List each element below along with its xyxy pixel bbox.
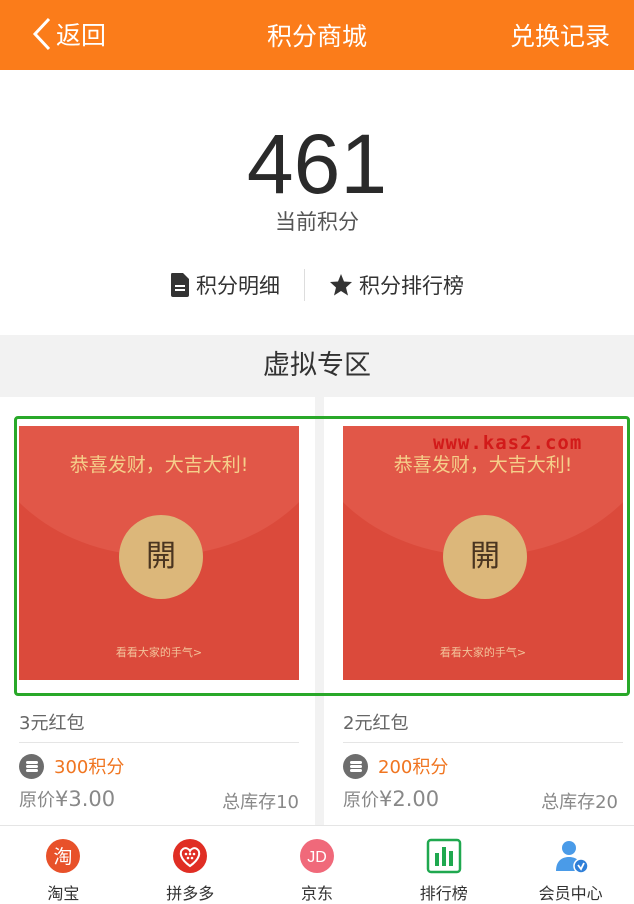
points-price: 300积分 xyxy=(19,753,124,779)
tab-label: 淘宝 xyxy=(47,884,80,903)
coin-stack-icon xyxy=(343,753,368,779)
ranking-chart-icon xyxy=(426,838,462,874)
jd-icon-text: JD xyxy=(307,849,327,866)
member-icon xyxy=(555,841,589,874)
card-divider xyxy=(19,742,299,743)
taobao-icon-text: 淘 xyxy=(54,846,73,868)
current-points-value: 461 xyxy=(246,117,388,211)
points-panel: 461 当前积分 积分明细 积分排行榜 xyxy=(0,70,634,335)
open-coin: 開 xyxy=(119,515,203,599)
watermark-text: www.kas2.com xyxy=(433,432,583,454)
points-ranking-link[interactable]: 积分排行榜 xyxy=(329,270,464,300)
envelope-greeting: 恭喜发财，大吉大利! xyxy=(69,454,249,476)
original-price-amount: ¥2.00 xyxy=(379,787,440,811)
tab-label: 京东 xyxy=(300,884,333,903)
original-price: 原价¥3.00 xyxy=(19,786,115,812)
product-card[interactable]: 恭喜发财，大吉大利! 開 看看大家的手气> 2元红包 200积分 原价¥2.00… xyxy=(324,397,634,825)
jd-icon: JD xyxy=(299,839,334,873)
tab-taobao[interactable]: 淘 淘宝 xyxy=(0,826,127,904)
tab-ranking[interactable]: 排行榜 xyxy=(380,826,507,904)
points-ranking-label: 积分排行榜 xyxy=(359,274,464,298)
tab-label: 排行榜 xyxy=(419,884,468,903)
pinduoduo-icon xyxy=(173,839,208,873)
original-price: 原价¥2.00 xyxy=(343,786,439,812)
original-price-amount: ¥3.00 xyxy=(55,787,116,811)
points-detail-link[interactable]: 积分明细 xyxy=(170,270,280,300)
tab-label: 会员中心 xyxy=(538,884,603,903)
tab-jd[interactable]: JD 京东 xyxy=(254,826,381,904)
star-icon xyxy=(330,274,352,296)
product-name: 2元红包 xyxy=(343,713,409,734)
envelope-greeting: 恭喜发财，大吉大利! xyxy=(393,454,573,476)
total-stock: 总库存20 xyxy=(541,792,618,813)
tab-pinduoduo[interactable]: 拼多多 xyxy=(127,826,254,904)
total-stock: 总库存10 xyxy=(222,792,299,813)
points-cost: 200积分 xyxy=(378,757,449,778)
link-divider xyxy=(304,269,305,301)
bottom-tab-bar: 淘 淘宝 拼多多 JD 京东 排行榜 会员中心 xyxy=(0,825,634,904)
envelope-see-text: 看看大家的手气> xyxy=(439,646,527,659)
original-price-prefix: 原价 xyxy=(19,790,55,811)
points-links: 积分明细 积分排行榜 xyxy=(0,268,634,302)
document-icon xyxy=(171,273,189,297)
current-points-label: 当前积分 xyxy=(275,210,359,234)
product-name: 3元红包 xyxy=(19,713,85,734)
product-card[interactable]: 恭喜发财，大吉大利! 開 看看大家的手气> 3元红包 300积分 原价¥3.00… xyxy=(0,397,315,825)
card-divider xyxy=(343,742,623,743)
points-detail-label: 积分明细 xyxy=(196,274,280,298)
original-price-prefix: 原价 xyxy=(343,790,379,811)
open-coin: 開 xyxy=(443,515,527,599)
section-title: 虚拟专区 xyxy=(0,335,634,397)
tab-label: 拼多多 xyxy=(166,884,215,903)
red-envelope-image: 恭喜发财，大吉大利! 開 看看大家的手气> xyxy=(343,426,623,680)
red-envelope-image: 恭喜发财，大吉大利! 開 看看大家的手气> xyxy=(19,426,299,680)
taobao-icon: 淘 xyxy=(46,839,81,873)
envelope-see-text: 看看大家的手气> xyxy=(115,646,203,659)
points-price: 200积分 xyxy=(343,753,448,779)
points-cost: 300积分 xyxy=(54,757,125,778)
exchange-record-link[interactable]: 兑换记录 xyxy=(510,17,610,53)
coin-stack-icon xyxy=(19,753,44,779)
top-nav-bar: 返回 积分商城 兑换记录 xyxy=(0,0,634,70)
tab-member-center[interactable]: 会员中心 xyxy=(507,826,634,904)
